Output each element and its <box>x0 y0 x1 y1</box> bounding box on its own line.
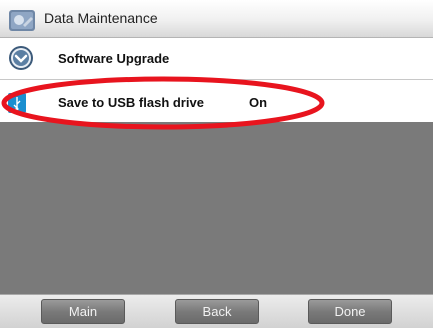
save-to-usb-label: Save to USB flash drive <box>58 95 204 110</box>
main-button[interactable]: Main <box>41 299 125 324</box>
footer-bar: Main Back Done <box>0 294 433 328</box>
software-upgrade-row[interactable]: Software Upgrade <box>0 38 433 80</box>
title-bar: Data Maintenance <box>0 0 433 38</box>
done-button[interactable]: Done <box>308 299 392 324</box>
upgrade-icon <box>9 46 33 70</box>
page-title: Data Maintenance <box>44 10 158 26</box>
save-to-usb-row[interactable]: Save to USB flash drive On <box>0 80 433 122</box>
usb-icon <box>8 93 26 113</box>
software-upgrade-label: Software Upgrade <box>58 51 170 66</box>
back-button[interactable]: Back <box>175 299 259 324</box>
save-to-usb-value[interactable]: On <box>249 95 267 110</box>
empty-content-area <box>0 122 433 294</box>
data-maintenance-icon <box>9 10 35 31</box>
